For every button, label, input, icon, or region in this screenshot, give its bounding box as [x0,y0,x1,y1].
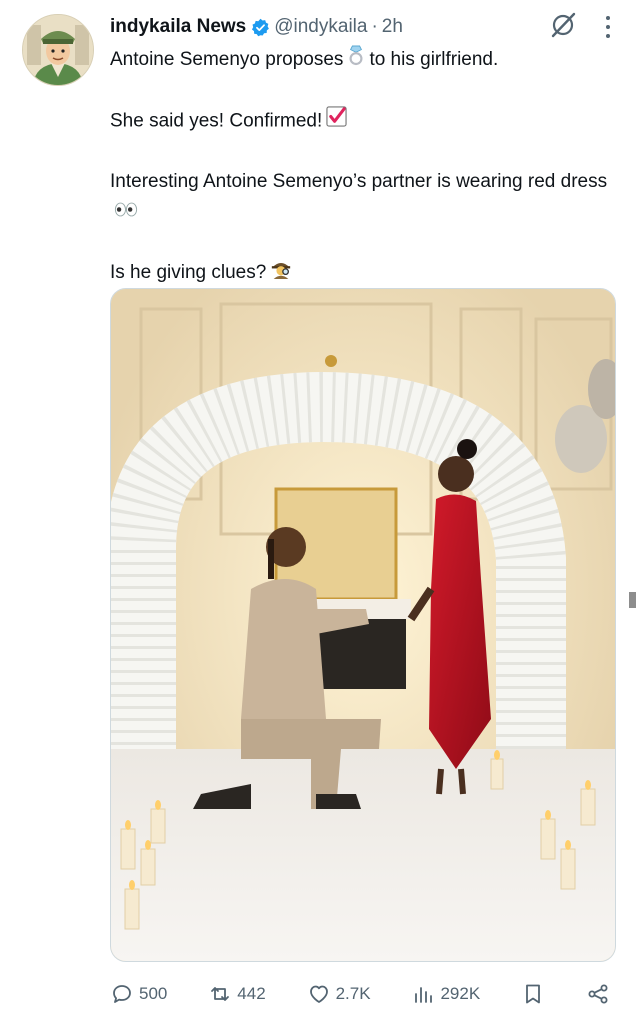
like-button[interactable]: 2.7K [307,982,371,1006]
repost-icon [211,987,230,1001]
reply-count: 500 [139,984,168,1003]
views-icon [415,987,433,1003]
post-text-line-1: Antoine Semenyo proposes to his girlfrien… [110,44,610,76]
reply-button[interactable]: 500 [110,982,167,1006]
text-segment: Antoine Semenyo proposes [110,49,344,71]
reply-icon [113,985,131,1003]
views-button[interactable]: 292K [411,982,480,1006]
bookmark-icon [526,984,540,1004]
action-bar: 500 442 2.7K 292K [110,978,610,1010]
more-options-icon[interactable] [604,14,612,40]
scrollbar-thumb[interactable] [629,592,636,608]
bookmark-button[interactable] [521,982,545,1006]
verified-badge-icon [251,18,270,37]
avatar[interactable] [22,14,94,86]
grok-icon[interactable] [548,10,578,40]
post-text: Antoine Semenyo proposes to his girlfrien… [110,44,610,289]
share-icon [588,984,608,1004]
text-segment: to his girlfriend. [369,49,499,71]
post-text-line-3: Interesting Antoine Semenyo’s partner is… [110,167,610,227]
text-segment: Is he giving clues? [110,262,267,284]
post-text-line-2: She said yes! Confirmed! [110,106,610,137]
detective-icon [270,257,292,289]
views-count: 292K [440,984,481,1003]
eyes-icon [114,197,138,227]
post-image[interactable] [110,288,616,962]
text-segment: She said yes! Confirmed! [110,110,323,132]
ring-icon [347,44,365,76]
heart-icon [309,985,328,1003]
author-handle[interactable]: @indykaila [274,16,367,38]
share-button[interactable] [586,982,610,1006]
repost-count: 442 [237,984,266,1003]
post-time[interactable]: 2h [382,16,403,38]
author-name[interactable]: indykaila News [110,16,246,38]
post-text-line-4: Is he giving clues? [110,257,610,289]
text-segment: Interesting Antoine Semenyo’s partner is… [110,171,608,192]
post-header: indykaila News @indykaila · 2h [110,12,616,42]
like-count: 2.7K [335,984,371,1003]
check-mark-icon [326,106,347,137]
repost-button[interactable]: 442 [208,982,266,1006]
separator-dot: · [371,16,378,37]
